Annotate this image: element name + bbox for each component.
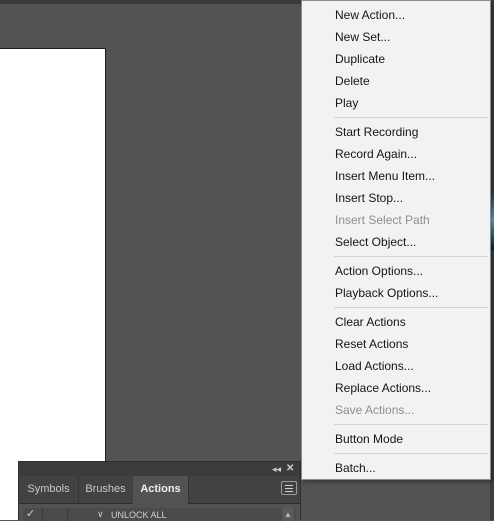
panel-menu-icon[interactable] (281, 481, 297, 495)
menu-item-insert-stop[interactable]: Insert Stop... (335, 187, 403, 209)
menu-item-start-recording[interactable]: Start Recording (335, 121, 418, 143)
dialog-toggle[interactable] (45, 508, 68, 521)
menu-item-record-again[interactable]: Record Again... (335, 143, 417, 165)
menu-item-new-action[interactable]: New Action... (335, 4, 405, 26)
collapse-icon[interactable]: ◂◂ (272, 464, 282, 474)
menu-item-insert-menu-item[interactable]: Insert Menu Item... (335, 165, 435, 187)
panel-tabs: Symbols Brushes Actions (19, 476, 300, 504)
menu-item-reset-actions[interactable]: Reset Actions (335, 333, 408, 355)
menu-item-play[interactable]: Play (335, 92, 358, 114)
menu-item-select-object[interactable]: Select Object... (335, 231, 416, 253)
checkmark-icon[interactable]: ✓ (26, 508, 43, 521)
actions-flyout-menu: New Action... New Set... Duplicate Delet… (301, 0, 491, 480)
menu-item-insert-select-path: Insert Select Path (335, 213, 430, 227)
menu-item-duplicate[interactable]: Duplicate (335, 48, 385, 70)
tab-actions[interactable]: Actions (133, 476, 189, 504)
menu-item-batch[interactable]: Batch... (335, 457, 376, 479)
menu-item-action-options[interactable]: Action Options... (335, 260, 423, 282)
scroll-up-icon[interactable]: ▲ (282, 508, 294, 521)
menu-item-replace-actions[interactable]: Replace Actions... (335, 377, 431, 399)
close-icon[interactable]: ✕ (286, 464, 296, 474)
menu-separator (334, 307, 488, 308)
menu-separator (334, 424, 488, 425)
artboard (0, 48, 106, 520)
menu-item-new-set[interactable]: New Set... (335, 26, 390, 48)
actions-panel: ◂◂ ✕ Symbols Brushes Actions ✓ ∨ UNLOCK … (18, 461, 301, 521)
menu-item-clear-actions[interactable]: Clear Actions (335, 311, 406, 333)
menu-separator (334, 117, 488, 118)
tab-symbols[interactable]: Symbols (19, 476, 79, 503)
action-row[interactable]: ✓ ∨ UNLOCK ALL ▲ (23, 508, 296, 521)
menu-item-delete[interactable]: Delete (335, 70, 370, 92)
action-label: UNLOCK ALL (111, 510, 167, 520)
tab-brushes[interactable]: Brushes (78, 476, 134, 503)
menu-separator (334, 453, 488, 454)
panel-title-bar: ◂◂ ✕ (19, 462, 300, 476)
chevron-down-icon[interactable]: ∨ (97, 508, 104, 521)
menu-separator (334, 256, 488, 257)
menu-item-save-actions: Save Actions... (335, 403, 415, 417)
menu-item-button-mode[interactable]: Button Mode (335, 428, 403, 450)
menu-item-playback-options[interactable]: Playback Options... (335, 282, 438, 304)
menu-item-load-actions[interactable]: Load Actions... (335, 355, 414, 377)
